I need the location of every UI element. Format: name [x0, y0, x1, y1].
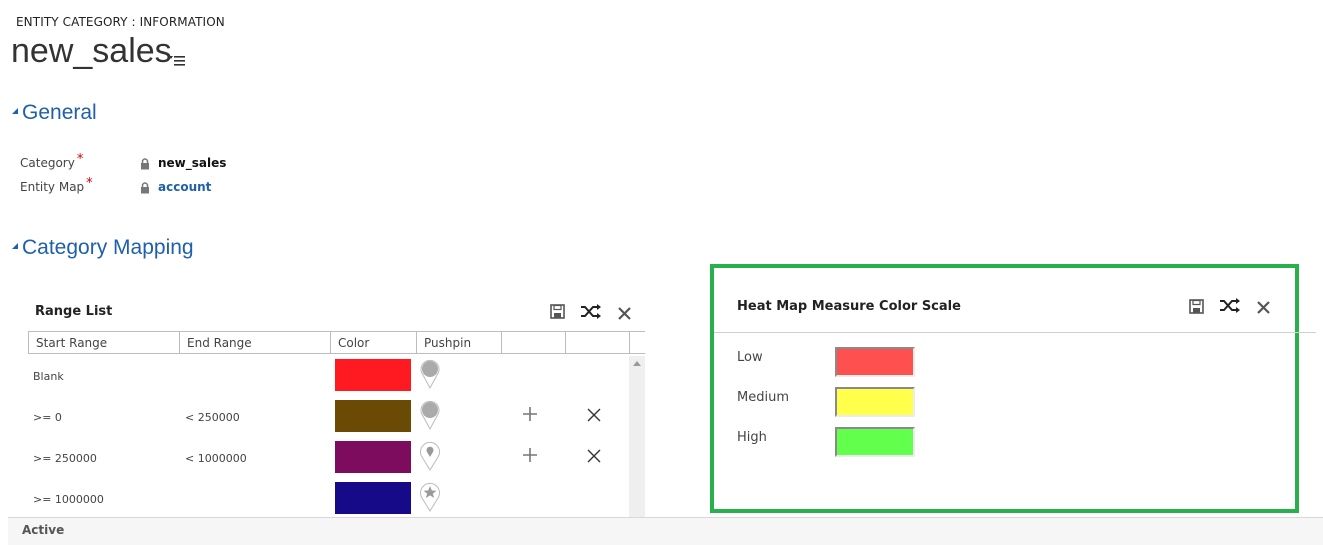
heat-map-title: Heat Map Measure Color Scale — [737, 299, 961, 314]
close-icon[interactable] — [1257, 299, 1270, 318]
collapse-triangle-icon — [12, 243, 18, 250]
collapse-triangle-icon — [12, 108, 18, 115]
row-start-range: >= 0 — [33, 411, 62, 424]
shuffle-icon[interactable] — [580, 304, 602, 323]
scroll-up-arrow-icon[interactable] — [633, 361, 641, 366]
row-start-range: >= 250000 — [33, 452, 97, 465]
add-row-icon[interactable] — [522, 447, 538, 467]
color-swatch[interactable] — [335, 400, 411, 432]
column-header-color[interactable]: Color — [331, 332, 417, 353]
save-icon[interactable] — [550, 304, 565, 323]
heat-level-medium-label: Medium — [737, 390, 789, 405]
category-label: Category * — [20, 152, 83, 171]
column-header-pushpin[interactable]: Pushpin — [417, 332, 502, 353]
pushpin-filled-icon[interactable] — [420, 358, 440, 394]
section-general-toggle[interactable]: General — [12, 101, 97, 125]
heat-map-divider — [714, 332, 1316, 333]
column-header-end-range[interactable]: End Range — [180, 332, 331, 353]
page-title: new_sales — [11, 32, 172, 70]
entity-map-link[interactable]: account — [158, 180, 211, 194]
status-bar — [8, 517, 1323, 545]
remove-row-icon[interactable] — [587, 407, 601, 426]
remove-row-icon[interactable] — [587, 448, 601, 467]
range-list-title: Range List — [35, 304, 113, 319]
row-start-range: >= 1000000 — [33, 493, 104, 506]
section-category-mapping-heading: Category Mapping — [22, 236, 194, 259]
category-value: new_sales — [158, 156, 227, 170]
required-asterisk: * — [86, 176, 93, 191]
list-menu-icon[interactable] — [168, 52, 186, 66]
pushpin-star-icon[interactable] — [420, 481, 440, 517]
heat-level-high-label: High — [737, 430, 767, 445]
lock-icon — [140, 179, 150, 198]
column-header-remove — [566, 332, 630, 353]
entity-category-label: ENTITY CATEGORY : INFORMATION — [16, 15, 225, 29]
shuffle-icon[interactable] — [1219, 298, 1241, 317]
lock-icon — [140, 155, 150, 174]
row-start-range: Blank — [33, 370, 64, 383]
heat-level-high-swatch[interactable] — [835, 427, 915, 457]
heat-level-low-swatch[interactable] — [835, 347, 915, 377]
save-icon[interactable] — [1189, 299, 1204, 318]
range-list-header: Start Range End Range Color Pushpin — [28, 331, 645, 354]
section-general-heading: General — [22, 101, 97, 124]
column-header-add — [502, 332, 566, 353]
close-icon[interactable] — [618, 305, 631, 324]
entity-map-label-text: Entity Map — [20, 180, 85, 194]
heat-level-low-label: Low — [737, 350, 763, 365]
color-swatch[interactable] — [335, 441, 411, 473]
category-label-text: Category — [20, 156, 75, 170]
entity-map-label: Entity Map * — [20, 176, 93, 195]
section-category-mapping-toggle[interactable]: Category Mapping — [12, 236, 194, 260]
required-asterisk: * — [76, 152, 84, 167]
pushpin-filled-icon[interactable] — [420, 399, 440, 435]
heat-level-medium-swatch[interactable] — [835, 387, 915, 417]
pushpin-dot-icon[interactable] — [420, 440, 440, 476]
add-row-icon[interactable] — [522, 406, 538, 426]
row-end-range: < 250000 — [185, 411, 240, 424]
range-list-scrollbar[interactable] — [629, 356, 645, 518]
color-swatch[interactable] — [335, 482, 411, 514]
row-end-range: < 1000000 — [185, 452, 247, 465]
column-header-start-range[interactable]: Start Range — [29, 332, 180, 353]
color-swatch[interactable] — [335, 359, 411, 391]
status-text: Active — [22, 523, 65, 537]
